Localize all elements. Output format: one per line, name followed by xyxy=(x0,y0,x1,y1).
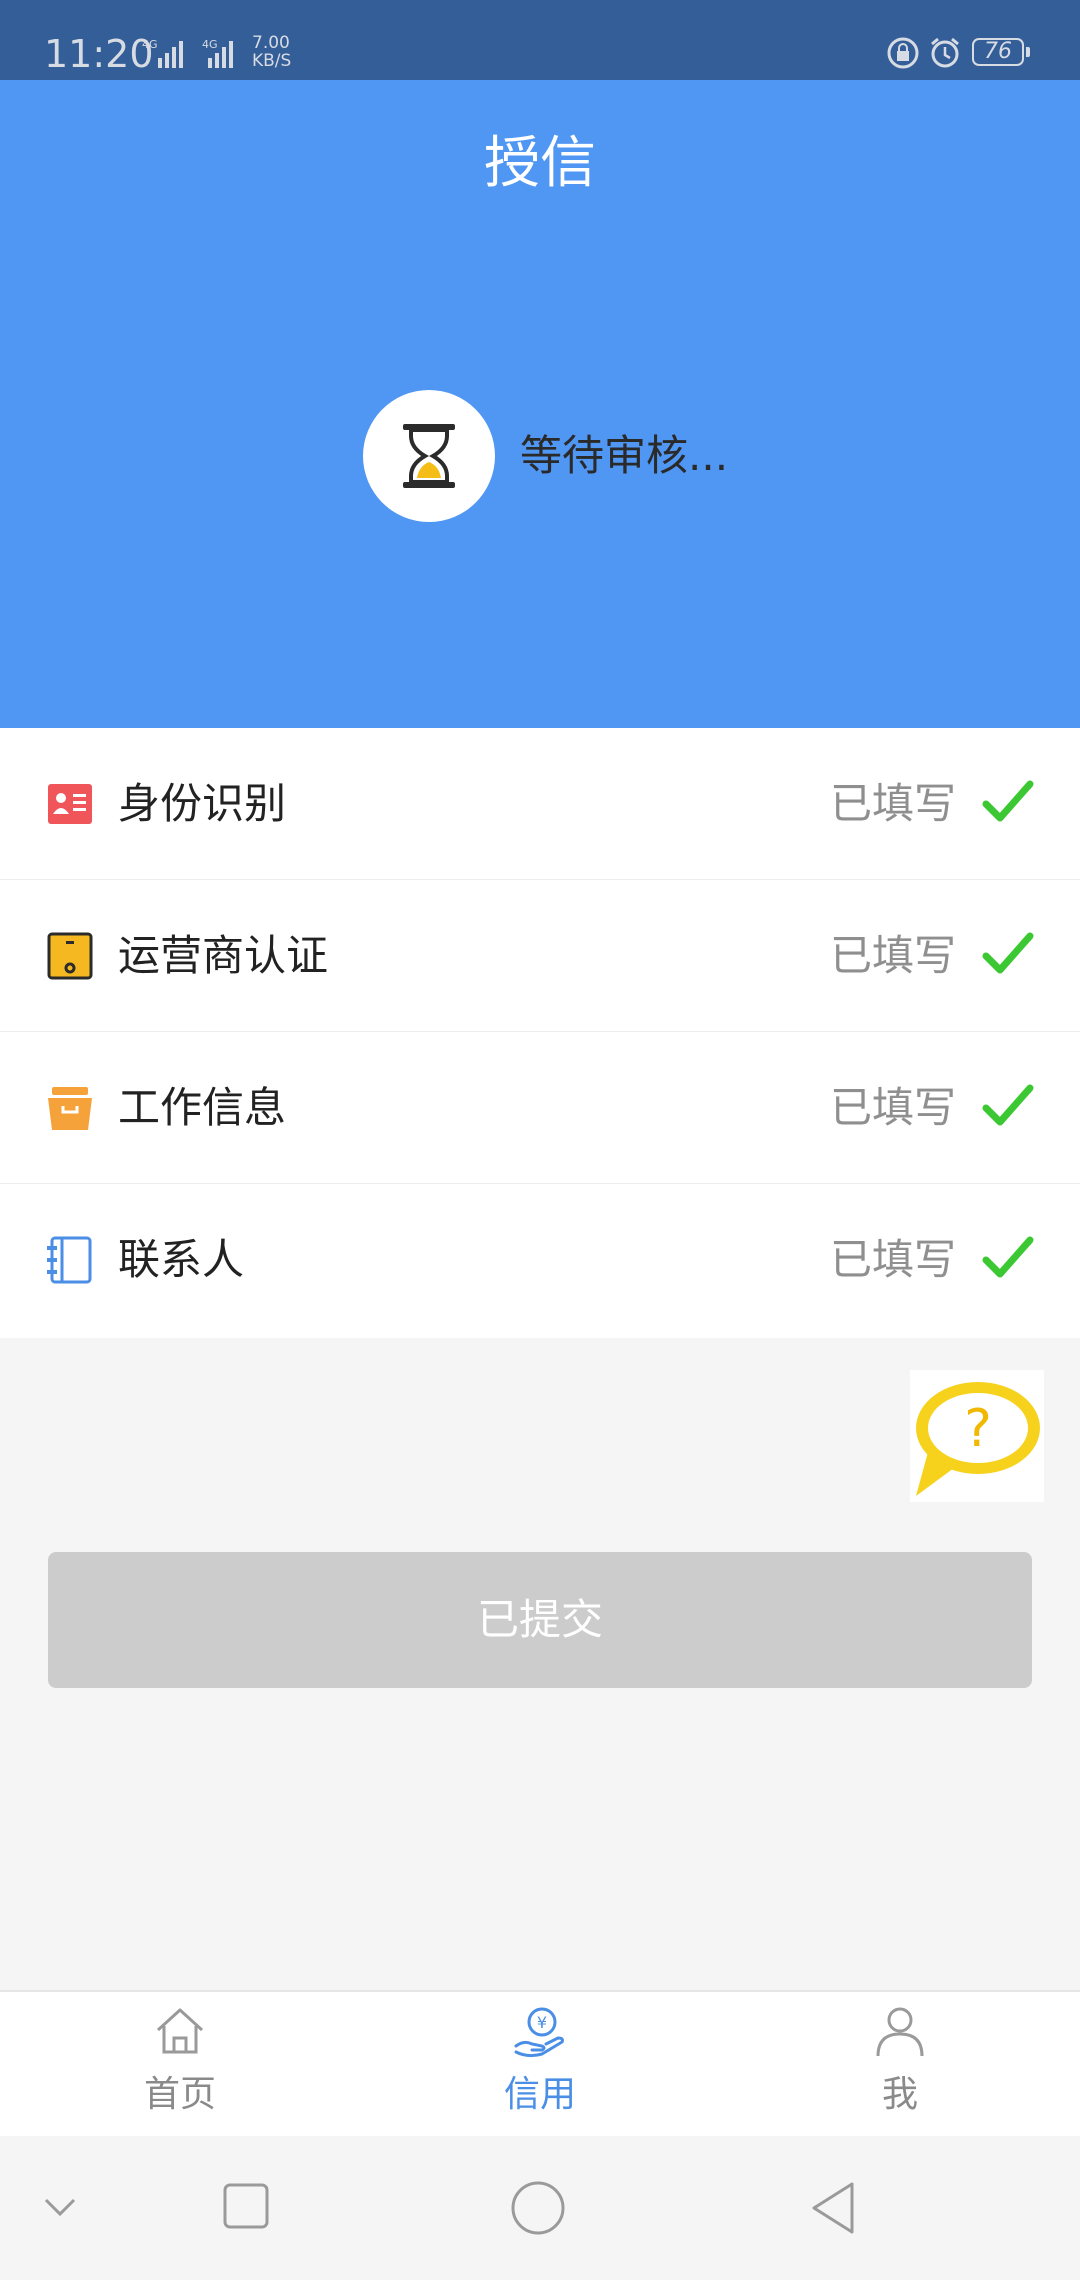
check-icon xyxy=(982,1236,1034,1278)
tab-label: 首页 xyxy=(143,2074,216,2115)
check-icon xyxy=(982,932,1034,974)
bottom-tab-bar: 首页 ¥ 信用 我 xyxy=(0,1990,1080,2136)
tab-label: 信用 xyxy=(503,2074,576,2115)
step-contacts[interactable]: 联系人 已填写 xyxy=(0,1184,1080,1338)
briefcase-icon xyxy=(48,1087,92,1130)
step-label: 工作信息 xyxy=(118,1083,287,1132)
help-bubble-icon[interactable]: ? xyxy=(910,1370,1044,1502)
tab-credit[interactable]: ¥ 信用 xyxy=(440,1992,640,2138)
network-speed-value: 7.00 xyxy=(252,33,290,53)
status-bar: 11:20 4G 4G 7.00 KB/S 76 xyxy=(0,0,1080,80)
back-icon[interactable] xyxy=(808,2180,858,2236)
id-card-icon xyxy=(48,784,92,824)
svg-text:¥: ¥ xyxy=(537,2013,547,2032)
rotation-lock-icon xyxy=(886,36,920,70)
step-label: 身份识别 xyxy=(118,779,287,828)
submit-button[interactable]: 已提交 xyxy=(48,1552,1032,1688)
header: 授信 等待审核... xyxy=(0,80,1080,728)
chevron-down-icon[interactable] xyxy=(42,2188,78,2224)
network-speed-unit: KB/S xyxy=(252,51,292,71)
phone-icon xyxy=(47,932,93,980)
tab-home[interactable]: 首页 xyxy=(80,1992,280,2138)
tab-profile[interactable]: 我 xyxy=(800,1992,1000,2138)
verification-steps-list: 身份识别 已填写 运营商认证 已填写 工作信息 已填写 联系人 已填写 xyxy=(0,728,1080,1338)
hourglass-icon xyxy=(403,424,455,488)
signal-icon-2: 4G xyxy=(200,36,250,70)
home-icon xyxy=(156,2008,204,2054)
check-icon xyxy=(982,1084,1034,1126)
credit-hand-icon: ¥ xyxy=(514,2007,564,2058)
system-nav-bar xyxy=(0,2136,1080,2280)
battery-indicator: 76 xyxy=(972,38,1030,68)
contacts-book-icon xyxy=(47,1236,92,1284)
battery-tip xyxy=(1026,47,1030,57)
step-work-info[interactable]: 工作信息 已填写 xyxy=(0,1032,1080,1184)
step-carrier[interactable]: 运营商认证 已填写 xyxy=(0,880,1080,1032)
svg-text:4G: 4G xyxy=(142,38,158,51)
step-label: 联系人 xyxy=(118,1235,245,1284)
svg-text:?: ? xyxy=(964,1399,992,1459)
review-status-text: 等待审核... xyxy=(520,431,729,480)
step-status: 已填写 xyxy=(829,779,956,828)
profile-icon xyxy=(876,2007,924,2057)
signal-icon: 4G xyxy=(140,36,196,70)
recent-apps-icon[interactable] xyxy=(222,2182,270,2230)
page-title: 授信 xyxy=(484,131,596,196)
step-identity[interactable]: 身份识别 已填写 xyxy=(0,728,1080,880)
alarm-icon xyxy=(928,36,962,70)
battery-level: 76 xyxy=(972,38,1024,66)
step-label: 运营商认证 xyxy=(118,931,329,980)
network-speed: 7.00 KB/S xyxy=(252,34,291,70)
svg-text:4G: 4G xyxy=(202,38,218,51)
status-time: 11:20 xyxy=(44,32,154,76)
tab-label: 我 xyxy=(881,2074,918,2115)
step-status: 已填写 xyxy=(829,1083,956,1132)
home-circle-icon[interactable] xyxy=(510,2180,566,2236)
review-status-badge xyxy=(363,390,495,522)
check-icon xyxy=(982,780,1034,822)
step-status: 已填写 xyxy=(829,1235,956,1284)
step-status: 已填写 xyxy=(829,931,956,980)
